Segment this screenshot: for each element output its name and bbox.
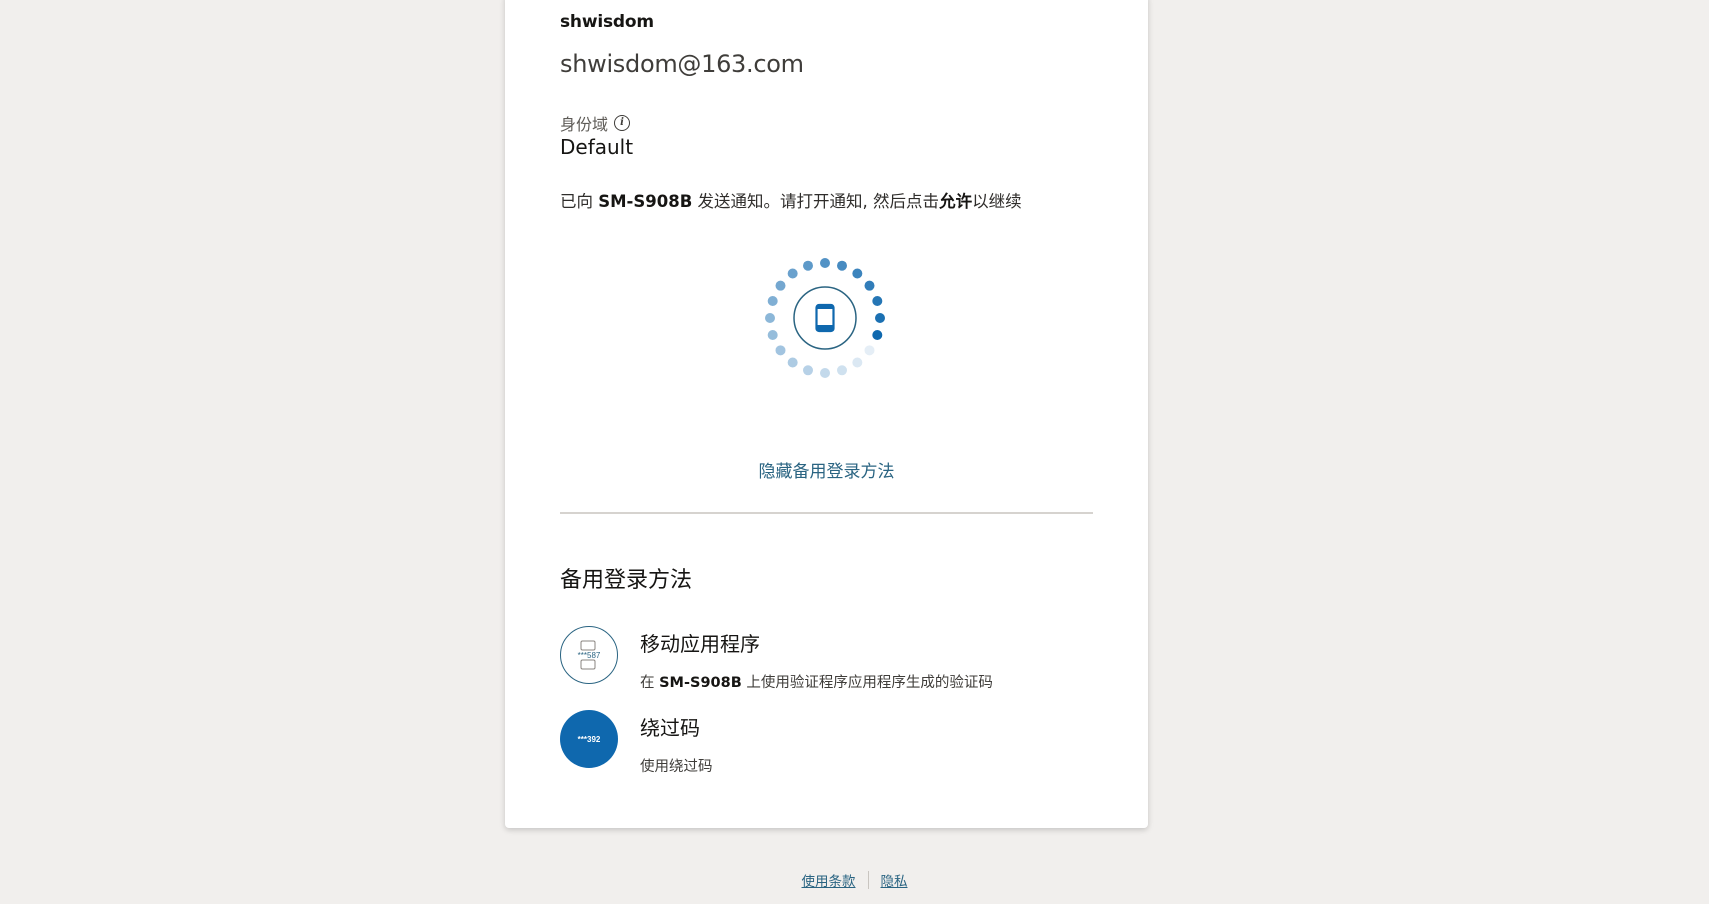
notice-prefix: 已向	[560, 192, 599, 211]
spinner-dot	[767, 330, 778, 340]
spinner-dot	[864, 345, 875, 356]
spinner-dot	[775, 345, 786, 356]
spinner-dot	[852, 268, 863, 279]
spinner-center-ring	[793, 286, 857, 350]
method-mobile-app[interactable]: ***587 移动应用程序 在 SM-S908B 上使用验证程序应用程序生成的验…	[560, 626, 1100, 692]
notice-suffix: 以继续	[972, 192, 1022, 211]
spinner-dot	[803, 260, 813, 271]
identity-domain-label-text: 身份域	[560, 115, 609, 134]
mobile-app-icon-code: ***587	[578, 651, 601, 660]
bypass-code-icon-text: ***392	[577, 734, 601, 744]
spinner-dot	[787, 357, 798, 368]
notice-middle: 发送通知。请打开通知, 然后点击	[692, 192, 940, 211]
spinner-dot	[837, 365, 847, 376]
spinner-dot	[765, 313, 775, 323]
spinner-dot	[787, 268, 798, 279]
method-bypass-code-desc: 使用绕过码	[640, 759, 713, 775]
method-mobile-app-desc: 在 SM-S908B 上使用验证程序应用程序生成的验证码	[640, 671, 993, 692]
brand-name: shwisdom	[560, 12, 654, 32]
identity-domain-label: 身份域 i	[560, 111, 631, 135]
user-email: shwisdom@163.com	[560, 50, 804, 78]
spinner-dot	[837, 260, 847, 271]
terms-of-use-link[interactable]: 使用条款	[790, 870, 868, 890]
bypass-code-icon: ***392	[560, 710, 618, 768]
alternate-methods-title: 备用登录方法	[560, 568, 693, 593]
mobile-app-desc-prefix: 在	[640, 675, 660, 691]
mobile-app-desc-suffix: 上使用验证程序应用程序生成的验证码	[741, 675, 993, 691]
divider	[560, 512, 1093, 514]
mobile-app-desc-device: SM-S908B	[659, 675, 742, 691]
push-notice: 已向 SM-S908B 发送通知。请打开通知, 然后点击允许以继续	[560, 188, 1022, 212]
sign-in-card: shwisdom shwisdom@163.com 身份域 i Default …	[505, 0, 1148, 828]
spinner-dot	[820, 258, 830, 268]
notice-device: SM-S908B	[598, 192, 693, 211]
notice-action: 允许	[939, 192, 973, 211]
spinner-dot	[767, 296, 778, 306]
method-mobile-app-name: 移动应用程序	[640, 632, 760, 656]
privacy-link[interactable]: 隐私	[869, 870, 920, 890]
loading-spinner	[765, 258, 885, 378]
spinner-dot	[775, 280, 786, 291]
footer: 使用条款 隐私	[0, 870, 1709, 890]
spinner-dot	[875, 313, 885, 323]
spinner-dot	[872, 296, 883, 306]
spinner-dot	[864, 280, 875, 291]
spinner-dot	[852, 357, 863, 368]
spinner-dot	[803, 365, 813, 376]
method-bypass-code-name: 绕过码	[640, 716, 700, 740]
spinner-dot	[872, 330, 883, 340]
hide-alternate-methods-link[interactable]: 隐藏备用登录方法	[505, 457, 1148, 482]
method-bypass-code[interactable]: ***392 绕过码 使用绕过码	[560, 710, 1100, 775]
info-icon[interactable]: i	[614, 115, 631, 131]
identity-domain-value: Default	[560, 135, 634, 159]
authenticator-app-icon: ***587	[560, 626, 618, 684]
spinner-dot	[820, 368, 830, 378]
